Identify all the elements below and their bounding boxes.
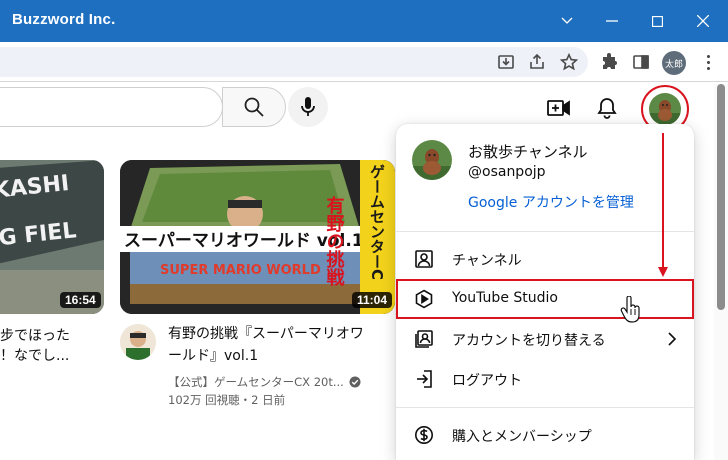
thumb-vertical-text: ゲームセンターC (368, 164, 386, 280)
menu-item-purchases[interactable]: 購入とメンバーシップ (396, 415, 694, 455)
microphone-icon (301, 97, 315, 116)
side-panel-icon[interactable] (629, 50, 653, 74)
duration-badge: 16:54 (60, 292, 101, 308)
person-box-icon (412, 247, 436, 271)
chevron-down-icon[interactable] (552, 6, 582, 36)
share-icon[interactable] (525, 50, 549, 74)
notifications-bell-icon[interactable] (593, 94, 621, 122)
hand-cursor-icon (620, 296, 640, 323)
account-name: お散歩チャンネル (468, 143, 588, 161)
avatar[interactable] (649, 93, 681, 125)
video-title-line2[interactable]: ールド』vol.1 (168, 346, 258, 366)
search-input[interactable] (0, 87, 223, 127)
menu-item-switch-account[interactable]: アカウントを切り替える (396, 319, 694, 359)
voice-search-button[interactable] (288, 87, 328, 127)
menu-item-label: アカウントを切り替える (452, 333, 606, 349)
chevron-right-icon (668, 332, 677, 346)
extensions-puzzle-icon[interactable] (597, 50, 621, 74)
thumb-side-text: 有野の挑戦 (324, 195, 345, 287)
account-handle: @osanpojp (468, 164, 546, 180)
video-thumbnail[interactable]: AKASHI ING FIEL 16:54 (0, 160, 104, 314)
window-titlebar: Buzzword Inc. (0, 0, 728, 42)
search-button[interactable] (222, 87, 286, 127)
page-scrollbar[interactable] (714, 84, 728, 460)
menu-item-label: 購入とメンバーシップ (452, 429, 592, 445)
create-video-icon[interactable] (545, 94, 573, 122)
menu-divider (396, 407, 694, 408)
install-app-icon[interactable] (494, 50, 518, 74)
minimize-button[interactable] (597, 6, 627, 36)
browser-profile-avatar[interactable]: 太郎 (662, 51, 686, 75)
menu-avatar (412, 140, 452, 180)
menu-item-label: ログアウト (452, 373, 522, 389)
duration-badge: 11:04 (352, 292, 393, 308)
menu-divider (396, 231, 694, 232)
close-button[interactable] (688, 6, 718, 36)
maximize-button[interactable] (642, 6, 672, 36)
manage-account-link[interactable]: Google アカウントを管理 (468, 192, 634, 212)
browser-menu-icon[interactable] (700, 50, 716, 74)
menu-item-logout[interactable]: ログアウト (396, 359, 694, 399)
window-title: Buzzword Inc. (12, 11, 116, 28)
bookmark-star-icon[interactable] (557, 50, 581, 74)
annotation-highlight (396, 279, 694, 319)
verified-check-icon (349, 376, 361, 388)
switch-account-icon (412, 327, 436, 351)
menu-item-label: チャンネル (452, 253, 522, 269)
dollar-circle-icon (412, 423, 436, 447)
thumb-logo-text: SUPER MARIO WORLD (160, 263, 321, 278)
video-title-line1[interactable]: 有野の挑戦『スーパーマリオワ (168, 324, 364, 344)
annotation-arrow (658, 133, 668, 277)
logout-icon (412, 367, 436, 391)
channel-name[interactable]: 【公式】ゲームセンターCX 20t... (168, 373, 344, 391)
menu-item-channel[interactable]: チャンネル (396, 239, 694, 279)
scrollbar-thumb[interactable] (717, 84, 725, 310)
browser-toolbar (0, 42, 728, 82)
video-title-line2[interactable]: ！なでし... (0, 346, 69, 366)
search-icon (244, 97, 264, 117)
video-thumbnail[interactable]: スーパーマリオワールド vol.1 SUPER MARIO WORLD 有野の挑… (120, 160, 395, 314)
channel-avatar[interactable] (120, 324, 156, 360)
video-stats: 102万 回視聴・2 日前 (168, 393, 286, 407)
video-title-line1[interactable]: 步でほった (0, 326, 70, 346)
